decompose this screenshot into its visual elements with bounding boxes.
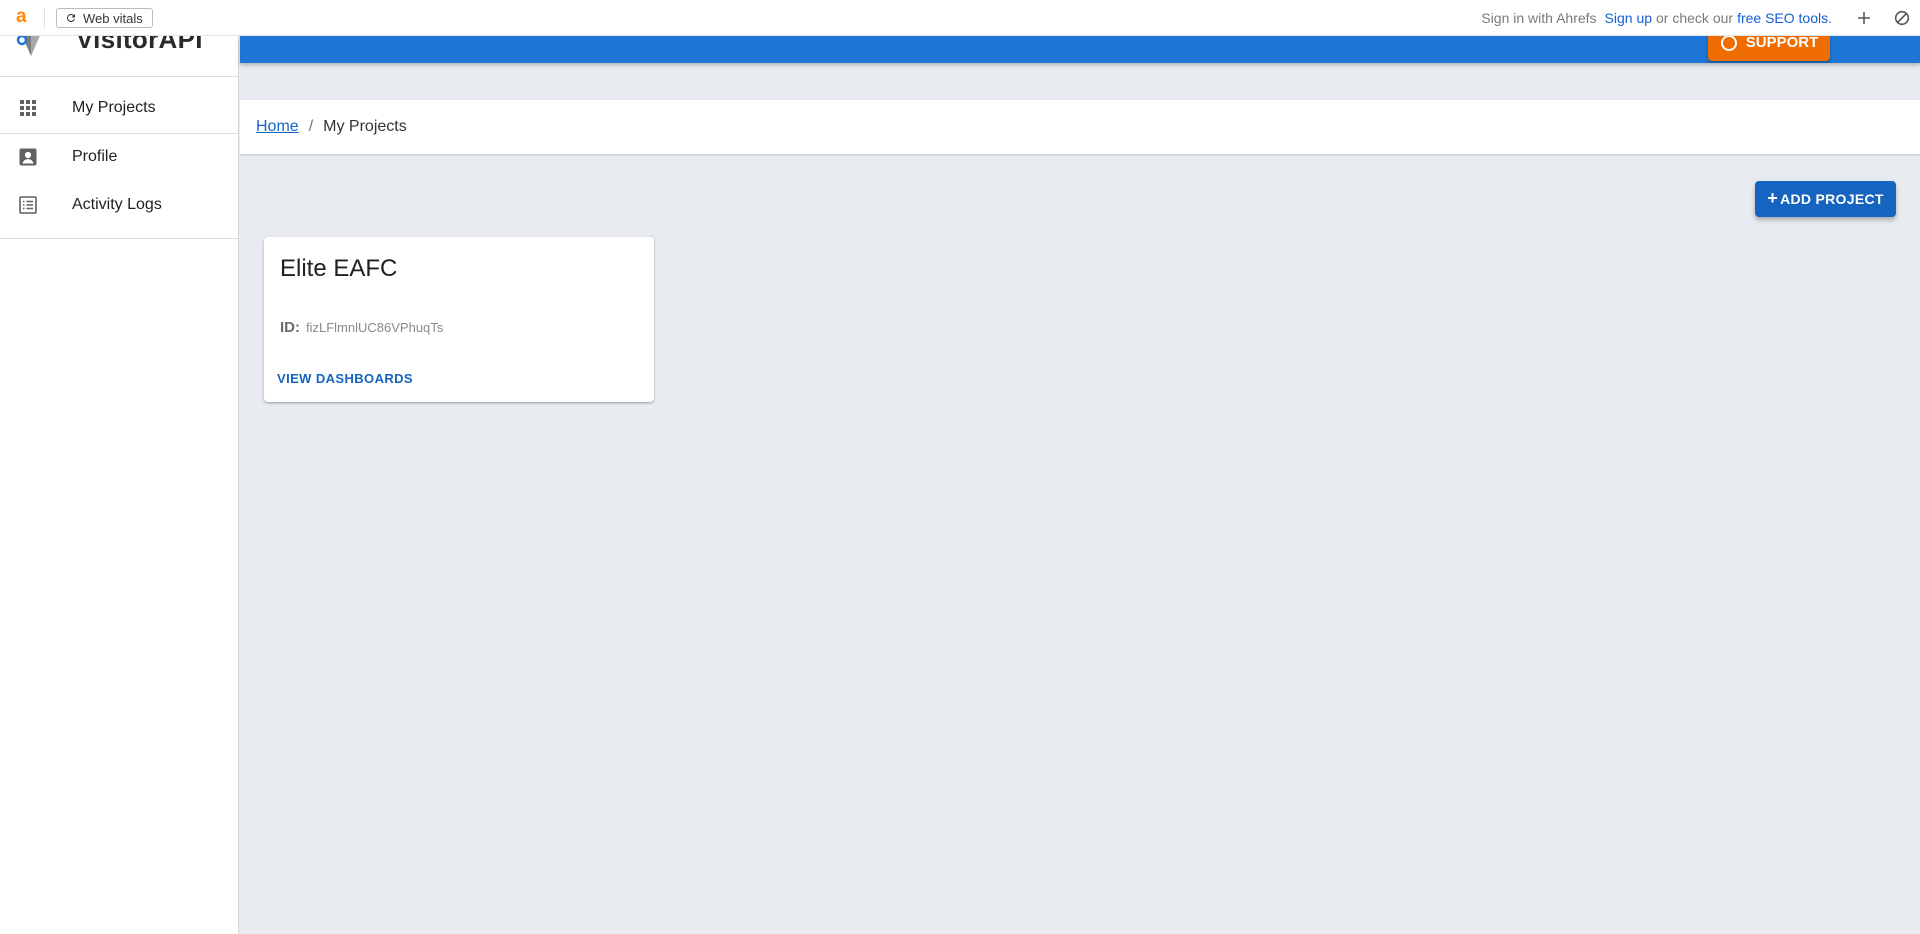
project-id: ID: fizLFlmnlUC86VPhuqTs: [280, 319, 443, 336]
seo-tools-link[interactable]: free SEO tools.: [1737, 10, 1832, 26]
project-id-label: ID:: [280, 319, 300, 336]
add-project-button[interactable]: + ADD PROJECT: [1755, 181, 1896, 217]
sign-in-text: Sign in with Ahrefs: [1481, 10, 1597, 26]
check-text: or check our: [1656, 10, 1734, 26]
support-label: SUPPORT: [1745, 36, 1819, 51]
sidebar-item-label: My Projects: [72, 99, 156, 116]
plus-icon[interactable]: [1854, 8, 1874, 28]
grid-icon: [18, 98, 38, 118]
web-vitals-button[interactable]: Web vitals: [56, 8, 153, 28]
toolbar-divider: [44, 8, 45, 28]
sidebar-item-label: Activity Logs: [72, 196, 162, 213]
breadcrumb-separator: /: [308, 118, 314, 135]
support-button[interactable]: SUPPORT: [1708, 36, 1830, 61]
brand-logo-icon: [16, 36, 40, 56]
brand-name: VisitorAPI: [76, 36, 203, 54]
ahrefs-toolbar: a Web vitals Sign in with Ahrefs Sign up…: [0, 0, 1920, 36]
view-dashboards-link[interactable]: VIEW DASHBOARDS: [277, 371, 413, 386]
project-id-value: fizLFlmnlUC86VPhuqTs: [306, 320, 444, 335]
plus-icon: +: [1767, 188, 1779, 208]
nav-divider: [0, 238, 239, 239]
add-project-label: ADD PROJECT: [1780, 191, 1884, 207]
nav-divider: [0, 76, 239, 77]
breadcrumb-current: My Projects: [323, 118, 407, 135]
breadcrumb-home-link[interactable]: Home: [256, 118, 299, 136]
sidebar-item-label: Profile: [72, 148, 118, 165]
ahrefs-signin-area: Sign in with Ahrefs Sign up or check our…: [1481, 0, 1920, 36]
refresh-icon: [66, 13, 75, 22]
sidebar-item-my-projects[interactable]: My Projects: [0, 84, 239, 132]
web-vitals-label: Web vitals: [83, 10, 143, 26]
block-icon[interactable]: [1892, 8, 1912, 28]
project-card: Elite EAFC ID: fizLFlmnlUC86VPhuqTs VIEW…: [264, 237, 654, 402]
sidebar-item-activity-logs[interactable]: Activity Logs: [0, 181, 239, 229]
ahrefs-logo[interactable]: a: [16, 7, 32, 27]
sign-up-link[interactable]: Sign up: [1605, 10, 1652, 26]
list-icon: [18, 195, 38, 215]
account-box-icon: [18, 147, 38, 167]
sidebar-item-profile[interactable]: Profile: [0, 133, 239, 181]
sidebar: VisitorAPI My Projects Profile Activity …: [0, 36, 239, 934]
project-title: Elite EAFC: [280, 255, 398, 282]
breadcrumb: Home / My Projects: [240, 100, 1920, 156]
brand[interactable]: VisitorAPI: [0, 36, 239, 76]
help-icon: [1720, 36, 1737, 51]
app-bar: SUPPORT X: [240, 36, 1920, 63]
